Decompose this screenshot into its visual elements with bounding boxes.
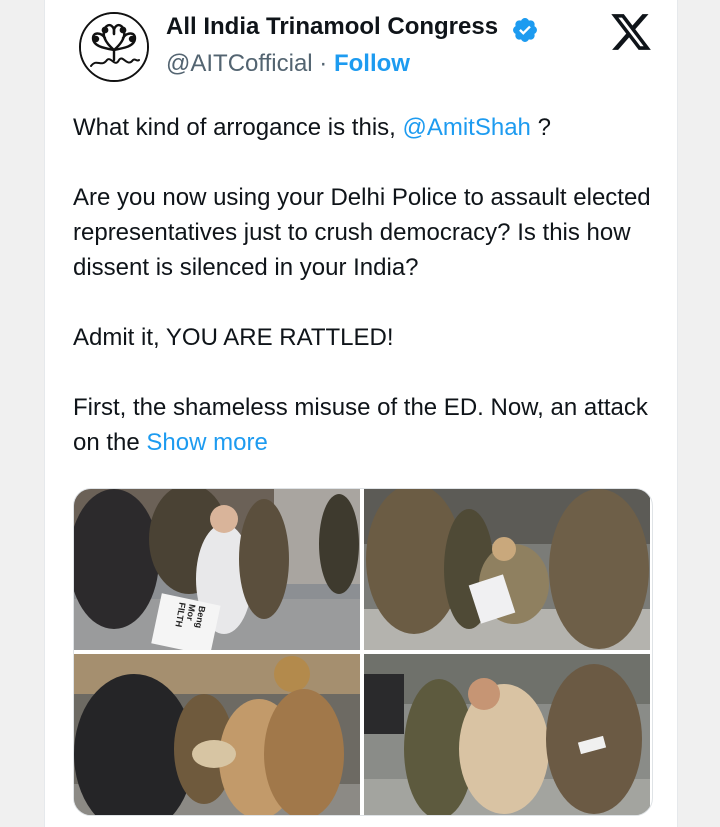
text-segment: ?: [530, 114, 551, 141]
handle-row: @AITCofficial · Follow: [166, 50, 410, 78]
author-handle[interactable]: @AITCofficial: [166, 50, 313, 77]
follow-button[interactable]: Follow: [334, 50, 410, 77]
separator-dot: ·: [319, 50, 328, 77]
tweet-card: All India Trinamool Congress @AITCoffici…: [44, 0, 678, 827]
tweet-text: What kind of arrogance is this, @AmitSha…: [73, 110, 663, 495]
tweet-paragraph-2: Are you now using your Delhi Police to a…: [73, 184, 651, 281]
tweet-paragraph-3: Admit it, YOU ARE RATTLED!: [73, 324, 394, 351]
mention-link[interactable]: @AmitShah: [402, 114, 530, 141]
show-more-link[interactable]: Show more: [146, 429, 267, 456]
x-logo-icon[interactable]: [609, 10, 653, 54]
verified-badge-icon: [513, 18, 537, 42]
text-segment: What kind of arrogance is this,: [73, 114, 403, 141]
media-grid: Beng Mor FILTH: [73, 488, 653, 816]
author-avatar[interactable]: [79, 12, 149, 82]
trinamool-logo: [81, 14, 147, 80]
photo-1[interactable]: Beng Mor FILTH: [74, 489, 360, 650]
photo-4[interactable]: [364, 654, 650, 815]
photo-3[interactable]: [74, 654, 360, 815]
tweet-paragraph-1: What kind of arrogance is this, @AmitSha…: [73, 110, 663, 145]
tweet-header: All India Trinamool Congress @AITCoffici…: [73, 10, 653, 90]
photo-2[interactable]: [364, 489, 650, 650]
author-name[interactable]: All India Trinamool Congress: [166, 13, 498, 41]
tweet-paragraph-4: First, the shameless misuse of the ED. N…: [73, 390, 663, 460]
